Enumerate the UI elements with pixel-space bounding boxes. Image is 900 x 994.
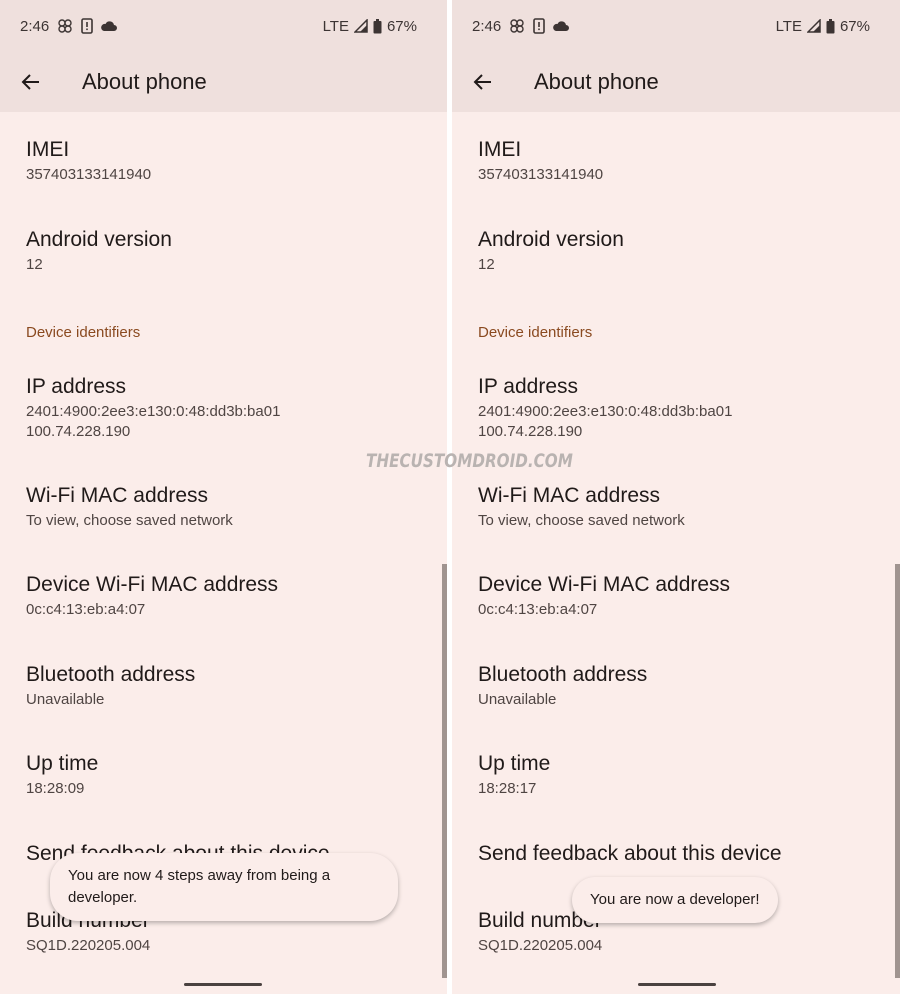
pref-title: Android version [478,228,624,251]
gesture-nav-handle[interactable] [638,983,716,986]
scrollbar[interactable] [442,564,447,978]
battery-percent: 67% [386,17,417,35]
pref-title: Up time [26,752,99,775]
signal-icon [806,19,821,33]
status-bar: 2:46 LTE 67% [472,14,870,38]
app-bar: 2:46 LTE 67% About phone [452,0,900,112]
screen-after: 2:46 LTE 67% About phone IMEI 3574031331… [452,0,900,994]
toast-message: You are now 4 steps away from being a de… [50,853,398,921]
fan-icon [57,18,73,34]
pref-up-time[interactable]: Up time 18:28:09 [26,751,427,799]
section-header: Device identifiers [478,324,593,341]
pref-summary: 357403133141940 [478,166,604,183]
pref-summary: 12 [478,256,495,273]
network-type: LTE [775,17,802,35]
status-time: 2:46 [472,17,502,35]
pref-summary: 12 [26,256,43,273]
cloud-icon [101,20,118,32]
pref-title: IMEI [26,138,70,161]
pref-ip-address[interactable]: IP address 2401:4900:2ee3:e130:0:48:dd3b… [26,374,427,442]
pref-imei[interactable]: IMEI 357403133141940 [26,137,427,185]
pref-device-wifi-mac[interactable]: Device Wi-Fi MAC address 0c:c4:13:eb:a4:… [26,572,427,620]
back-button[interactable] [470,69,496,95]
phone-alert-icon [533,18,546,34]
pref-summary: To view, choose saved network [478,512,685,529]
signal-icon [353,19,368,33]
status-right: LTE 67% [776,18,870,35]
battery-icon [373,18,382,33]
pref-wifi-mac[interactable]: Wi-Fi MAC address To view, choose saved … [478,483,880,531]
pref-up-time[interactable]: Up time 18:28:17 [478,751,880,799]
pref-summary-2: 100.74.228.190 [478,423,583,440]
pref-summary: Unavailable [478,691,557,708]
watermark: THECUSTOMDROID.COM [366,450,573,472]
status-right: LTE 67% [323,18,417,35]
toast-text: You are now 4 steps away from being a de… [68,867,331,906]
pref-summary: 18:28:17 [478,780,537,797]
pref-imei[interactable]: IMEI 357403133141940 [478,137,880,185]
battery-icon [826,18,835,33]
pref-ip-address[interactable]: IP address 2401:4900:2ee3:e130:0:48:dd3b… [478,374,880,442]
pref-summary: Unavailable [26,691,105,708]
pref-title: Up time [478,752,551,775]
pref-android-version[interactable]: Android version 12 [26,227,427,275]
pref-summary: 0c:c4:13:eb:a4:07 [478,601,598,618]
pref-title: Wi-Fi MAC address [26,484,209,507]
gesture-nav-handle[interactable] [184,983,262,986]
pref-title: Bluetooth address [478,663,648,686]
pref-summary: 18:28:09 [26,780,85,797]
pref-title: Device Wi-Fi MAC address [26,573,279,596]
screen-before: 2:46 LTE 67% About phone IMEI 3574031331… [0,0,447,994]
pref-title: Send feedback about this device [478,842,782,865]
pref-summary: 0c:c4:13:eb:a4:07 [26,601,146,618]
pref-bluetooth-address[interactable]: Bluetooth address Unavailable [26,662,427,710]
pref-title: Bluetooth address [26,663,196,686]
pref-send-feedback[interactable]: Send feedback about this device [478,841,880,867]
pref-bluetooth-address[interactable]: Bluetooth address Unavailable [478,662,880,710]
phone-alert-icon [81,18,94,34]
pref-title: IMEI [478,138,522,161]
pref-summary-2: 100.74.228.190 [26,423,131,440]
arrow-back-icon [473,74,491,90]
app-bar: 2:46 LTE 67% About phone [0,0,447,112]
pref-title: IP address [478,375,579,398]
arrow-back-icon [21,74,39,90]
pref-device-wifi-mac[interactable]: Device Wi-Fi MAC address 0c:c4:13:eb:a4:… [478,572,880,620]
page-title: About phone [82,69,207,94]
toolbar: About phone [0,56,447,108]
battery-percent: 67% [839,17,870,35]
toast-text: You are now a developer! [590,891,760,908]
fan-icon [509,18,525,34]
pref-title: IP address [26,375,127,398]
pref-title: Wi-Fi MAC address [478,484,661,507]
status-time: 2:46 [20,17,50,35]
pref-wifi-mac[interactable]: Wi-Fi MAC address To view, choose saved … [26,483,427,531]
page-title: About phone [534,69,659,94]
pref-summary: SQ1D.220205.004 [26,937,151,954]
scrollbar[interactable] [895,564,900,978]
pref-title: Device Wi-Fi MAC address [478,573,731,596]
pref-summary: 2401:4900:2ee3:e130:0:48:dd3b:ba01 [26,403,281,420]
toast-message: You are now a developer! [572,877,778,923]
cloud-icon [553,20,570,32]
pref-summary: SQ1D.220205.004 [478,937,603,954]
toolbar: About phone [452,56,900,108]
status-bar: 2:46 LTE 67% [20,14,417,38]
pref-android-version[interactable]: Android version 12 [478,227,880,275]
pref-summary: To view, choose saved network [26,512,233,529]
network-type: LTE [322,17,349,35]
section-header: Device identifiers [26,324,141,341]
pref-title: Android version [26,228,172,251]
pref-summary: 2401:4900:2ee3:e130:0:48:dd3b:ba01 [478,403,733,420]
back-button[interactable] [18,69,44,95]
pref-summary: 357403133141940 [26,166,152,183]
